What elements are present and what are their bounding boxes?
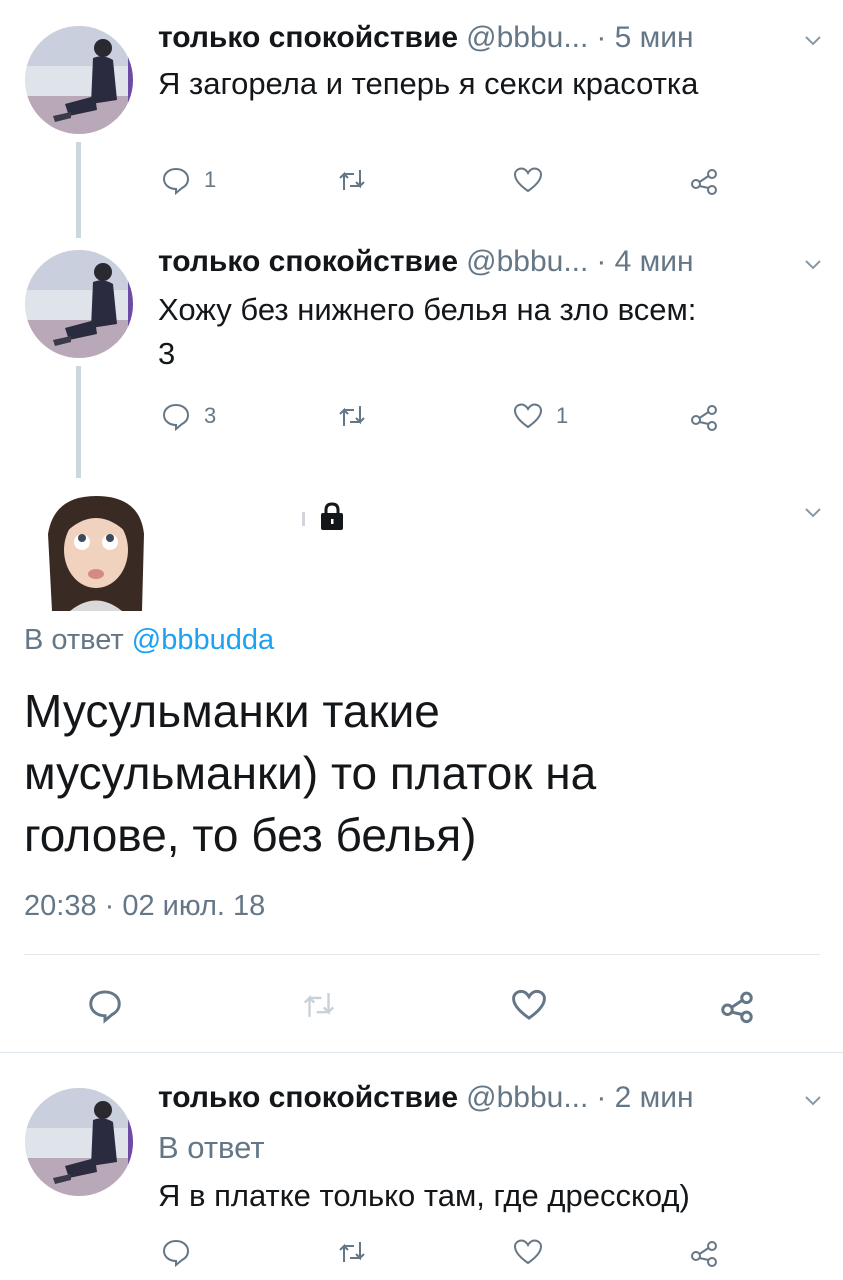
tweet-reply[interactable]: только спокойствие @bbbu... · 2 мин В от… <box>0 1060 843 1280</box>
reply-button[interactable]: 1 <box>160 160 216 200</box>
share-icon <box>691 405 717 431</box>
user-avatar[interactable] <box>44 494 148 611</box>
user-handle[interactable]: @bbbu... <box>466 245 588 279</box>
user-avatar[interactable] <box>25 26 133 134</box>
reply-count: 3 <box>204 403 217 428</box>
tweet-datetime[interactable]: 20:38 · 02 июл. 18 <box>24 890 265 923</box>
reply-button[interactable] <box>160 1232 192 1272</box>
user-avatar[interactable] <box>25 250 133 358</box>
tweet-text-line: Мусульманки такие <box>24 685 440 737</box>
like-button[interactable]: 1 <box>512 396 568 436</box>
chevron-down-icon[interactable] <box>801 1088 825 1112</box>
reply-icon <box>89 990 121 1024</box>
tweet-2[interactable]: только спокойствие @bbbu... · 4 мин Хожу… <box>0 230 843 480</box>
timestamp[interactable]: · 2 мин <box>596 1081 693 1115</box>
tweet-actions <box>0 1232 843 1272</box>
like-icon <box>513 1239 543 1265</box>
display-name[interactable]: только спокойствие <box>158 21 458 55</box>
retweet-icon <box>303 993 335 1017</box>
like-button[interactable] <box>512 1232 544 1272</box>
retweet-button[interactable] <box>336 160 368 200</box>
share-icon <box>721 991 753 1024</box>
timestamp[interactable]: · 4 мин <box>596 245 693 279</box>
share-button[interactable] <box>688 1232 720 1272</box>
tweet-text-line: 3 <box>158 336 176 371</box>
tweet-actions: 3 1 <box>0 396 843 436</box>
share-button[interactable] <box>688 396 720 436</box>
user-handle[interactable]: @bbbu... <box>466 1081 588 1115</box>
like-count: 1 <box>556 403 569 428</box>
display-name[interactable]: только спокойствие <box>158 245 458 279</box>
divider <box>24 954 820 955</box>
focused-tweet-text: Мусульманки такие мусульманки) то платок… <box>24 680 814 866</box>
reply-context: В ответ <box>158 1130 265 1165</box>
tweet-header: только спокойствие @bbbu... · 5 мин <box>158 18 694 58</box>
user-avatar[interactable] <box>25 1088 133 1196</box>
chevron-down-icon[interactable] <box>801 28 825 52</box>
retweet-icon <box>339 1242 365 1262</box>
retweet-icon <box>339 170 365 190</box>
reply-icon <box>162 403 190 432</box>
tweet-actions: 1 <box>0 160 843 200</box>
retweet-button[interactable] <box>336 1232 368 1272</box>
reply-button[interactable]: 3 <box>160 396 216 436</box>
chevron-down-icon[interactable] <box>801 500 825 524</box>
display-name[interactable]: только спокойствие <box>158 1081 458 1115</box>
like-button[interactable] <box>512 160 544 200</box>
share-icon <box>691 1241 717 1267</box>
share-button[interactable] <box>718 985 756 1025</box>
reply-context: В ответ @bbbudda <box>24 624 274 657</box>
name-placeholder <box>302 512 305 526</box>
divider <box>0 1052 843 1053</box>
share-button[interactable] <box>688 160 720 200</box>
reply-icon <box>162 1239 190 1268</box>
tweet-text: Я в платке только там, где дресскод) <box>158 1178 690 1213</box>
timestamp[interactable]: · 5 мин <box>596 21 693 55</box>
retweet-button[interactable] <box>300 985 338 1025</box>
chevron-down-icon[interactable] <box>801 252 825 276</box>
retweet-icon <box>339 406 365 426</box>
tweet-1[interactable]: только спокойствие @bbbu... · 5 мин Я за… <box>0 0 843 238</box>
reply-icon <box>162 167 190 196</box>
share-icon <box>691 169 717 195</box>
user-handle[interactable]: @bbbu... <box>466 21 588 55</box>
tweet-header: только спокойствие @bbbu... · 2 мин <box>158 1078 694 1118</box>
tweet-text: Хожу без нижнего белья на зло всем: 3 <box>158 288 828 376</box>
retweet-button[interactable] <box>336 396 368 436</box>
tweet-text-line: Хожу без нижнего белья на зло всем: <box>158 292 697 327</box>
tweet-text-line: мусульманки) то платок на <box>24 747 597 799</box>
focused-tweet-actions <box>0 985 843 1025</box>
reply-button[interactable] <box>86 985 124 1025</box>
mention-link[interactable]: @bbbudda <box>132 624 274 656</box>
tweet-text-line: голове, то без белья) <box>24 809 477 861</box>
lock-icon <box>321 502 343 530</box>
tweet-text: Я загорела и теперь я секси красотка <box>158 66 699 101</box>
tweet-header: только спокойствие @bbbu... · 4 мин <box>158 242 694 282</box>
reply-prefix: В ответ <box>24 624 124 656</box>
like-button[interactable] <box>510 985 548 1025</box>
like-icon <box>513 403 543 429</box>
like-icon <box>512 989 546 1020</box>
like-icon <box>513 167 543 193</box>
reply-count: 1 <box>204 167 217 192</box>
